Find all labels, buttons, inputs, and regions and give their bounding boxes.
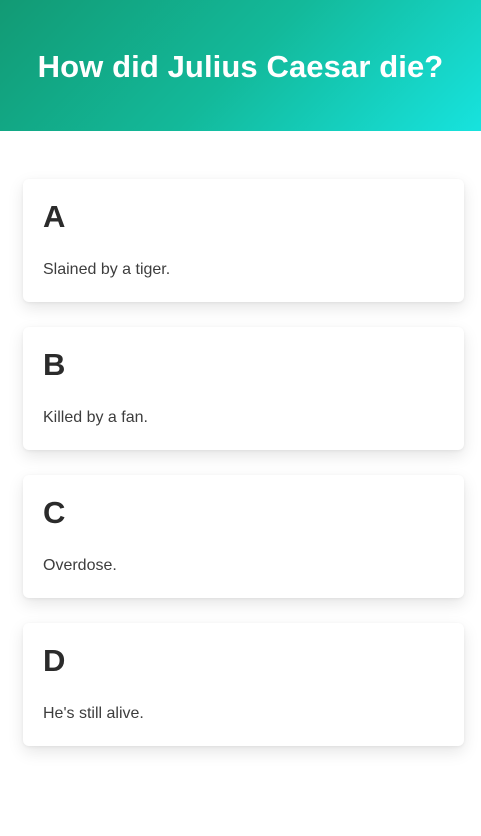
answer-option-c[interactable]: C Overdose. (23, 475, 464, 598)
option-text: Killed by a fan. (43, 409, 148, 426)
answer-options: A Slained by a tiger. B Killed by a fan.… (23, 179, 464, 771)
option-letter: D (43, 643, 66, 678)
answer-option-d[interactable]: D He's still alive. (23, 623, 464, 746)
option-letter: C (43, 495, 66, 530)
option-text: Overdose. (43, 557, 117, 574)
option-letter: A (43, 199, 66, 234)
quiz-page: How did Julius Caesar die? A Slained by … (0, 0, 481, 836)
question-title: How did Julius Caesar die? (37, 48, 444, 84)
option-text: Slained by a tiger. (43, 261, 171, 278)
question-header: How did Julius Caesar die? (0, 0, 481, 131)
option-text: He's still alive. (43, 705, 144, 722)
answer-option-a[interactable]: A Slained by a tiger. (23, 179, 464, 302)
option-letter: B (43, 347, 66, 382)
answer-option-b[interactable]: B Killed by a fan. (23, 327, 464, 450)
